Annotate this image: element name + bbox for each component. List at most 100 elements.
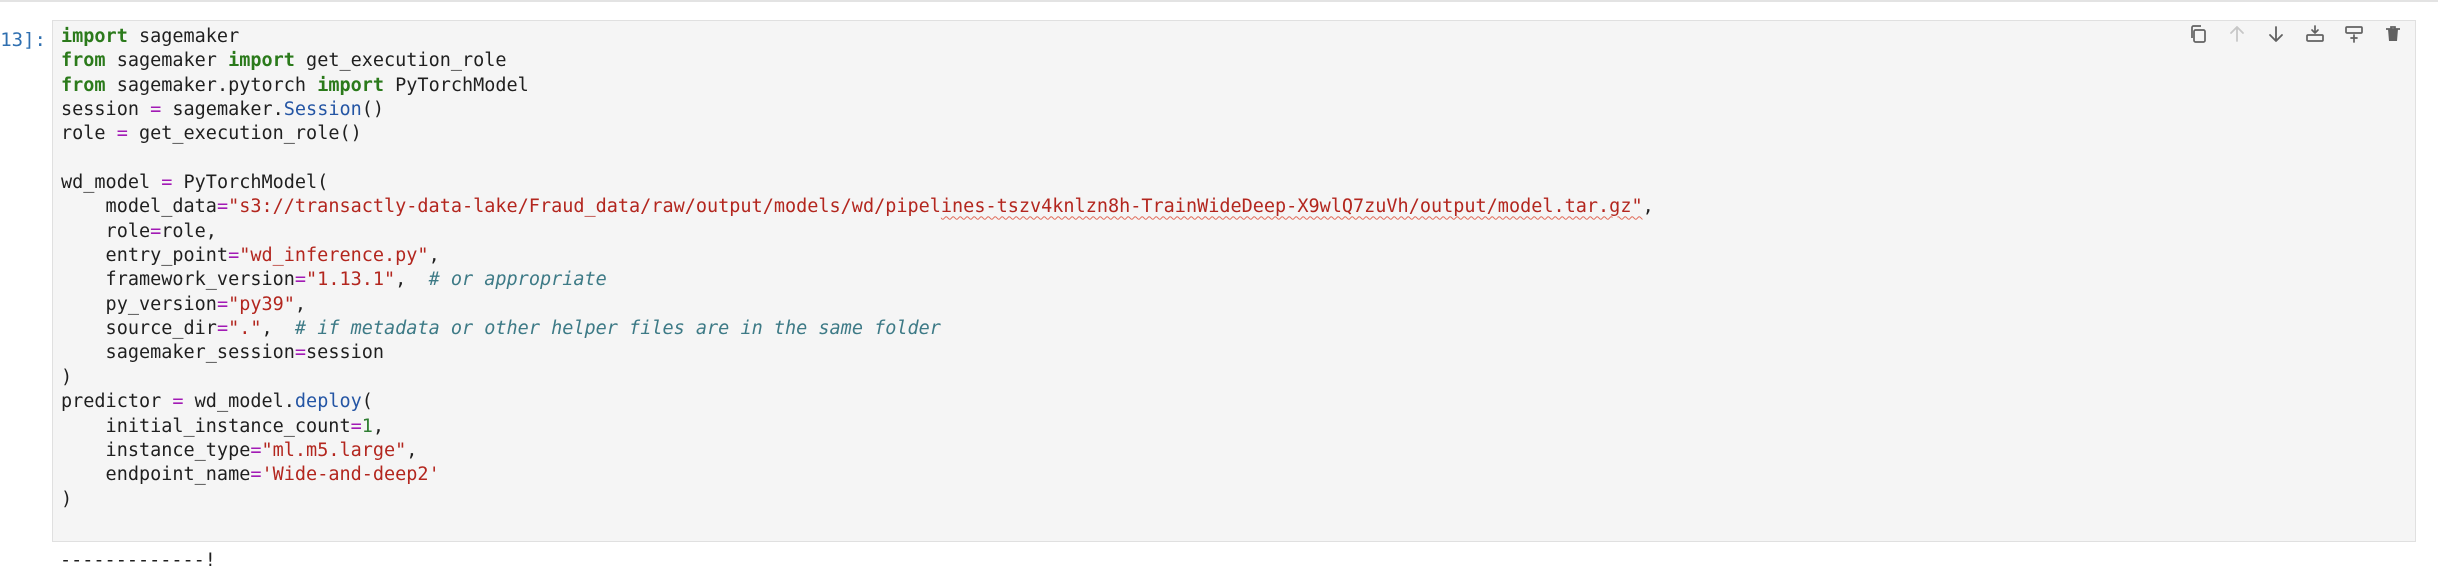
code-line: from sagemaker.pytorch import PyTorchMod…: [61, 74, 1654, 98]
code-token: ,: [428, 245, 440, 267]
code-token: PyTorchModel: [384, 74, 529, 96]
code-token: =: [216, 293, 229, 315]
code-token: get_execution_role: [294, 50, 507, 72]
code-token: role: [61, 123, 117, 145]
code-token: =: [228, 245, 240, 267]
code-token: "py39": [228, 293, 295, 315]
insert-below-icon: [2344, 24, 2364, 48]
code-token: wd_model.: [183, 391, 295, 413]
top-divider: [0, 0, 2438, 2]
code-line: endpoint_name='Wide-and-deep2': [61, 463, 1654, 487]
code-token: role,: [161, 220, 217, 242]
code-token: deploy: [294, 391, 362, 413]
trash-icon: [2383, 24, 2403, 48]
code-token: =: [116, 123, 128, 145]
code-token: role: [61, 220, 151, 242]
code-line: instance_type="ml.m5.large",: [61, 439, 1654, 463]
code-token: wd_model: [61, 172, 162, 194]
code-line: model_data="s3://transactly-data-lake/Fr…: [61, 195, 1654, 219]
code-token: 'Wide-and-deep2': [261, 464, 440, 486]
code-line: import sagemaker: [61, 25, 1654, 49]
code-line: sagemaker_session=session: [61, 341, 1654, 365]
code-token: ,: [294, 293, 307, 315]
code-token: ,: [372, 415, 385, 437]
code-token: source_dir: [61, 318, 217, 340]
cell-toolbar: [2180, 20, 2410, 52]
code-token: ines-tszv4knlzn8h-TrainWideDeep-X9wlQ7zu…: [940, 196, 1643, 218]
insert-above-icon: [2305, 24, 2325, 48]
code-token: import: [317, 74, 385, 96]
move-up-button[interactable]: [2219, 20, 2254, 52]
code-token: PyTorchModel(: [172, 172, 329, 194]
code-token: ,: [395, 269, 429, 291]
code-token: # if metadata or other helper files are …: [294, 318, 941, 340]
insert-above-button[interactable]: [2297, 20, 2332, 52]
code-token: model_data: [61, 196, 217, 218]
code-token: sagemaker_session: [61, 342, 295, 364]
code-token: =: [172, 391, 184, 413]
code-token: ,: [1642, 196, 1654, 218]
code-line: ): [61, 488, 1654, 512]
move-down-button[interactable]: [2258, 20, 2293, 52]
code-token: session: [61, 99, 151, 121]
code-token: =: [250, 439, 262, 461]
code-token: =: [161, 172, 173, 194]
code-line: ): [61, 366, 1654, 390]
code-line: from sagemaker import get_execution_role: [61, 49, 1654, 73]
code-token: =: [216, 318, 229, 340]
code-token: py_version: [61, 293, 217, 315]
duplicate-cell-button[interactable]: [2180, 20, 2215, 52]
copy-icon: [2188, 24, 2208, 48]
arrow-up-icon: [2227, 24, 2247, 48]
code-token: ): [61, 366, 73, 388]
code-token: ,: [261, 318, 295, 340]
code-line: source_dir=".", # if metadata or other h…: [61, 317, 1654, 341]
code-token: framework_version: [61, 269, 295, 291]
code-token: "1.13.1": [306, 269, 396, 291]
code-editor[interactable]: import sagemaker from sagemaker import ge…: [61, 25, 1654, 512]
code-token: =: [294, 342, 307, 364]
code-token: endpoint_name: [61, 464, 251, 486]
code-token: # or appropriate: [428, 269, 607, 291]
code-token: "ml.m5.large": [261, 439, 407, 461]
code-line: initial_instance_count=1,: [61, 415, 1654, 439]
code-token: ".": [228, 318, 262, 340]
code-token: sagemaker: [105, 50, 229, 72]
code-line: predictor = wd_model.deploy(: [61, 390, 1654, 414]
code-line: session = sagemaker.Session(): [61, 98, 1654, 122]
code-token: sagemaker: [127, 26, 240, 47]
code-token: sagemaker.: [161, 99, 284, 121]
code-token: import: [228, 50, 295, 72]
insert-below-button[interactable]: [2336, 20, 2371, 52]
code-token: Session: [283, 99, 362, 121]
code-line: framework_version="1.13.1", # or appropr…: [61, 268, 1654, 292]
code-token: (): [361, 99, 385, 121]
code-line: role=role,: [61, 220, 1654, 244]
code-token: =: [150, 99, 162, 121]
code-cell[interactable]: import sagemaker from sagemaker import ge…: [52, 20, 2416, 542]
code-token: "s3://transactly-data-lake/Fraud_data/ra…: [228, 196, 941, 218]
cell-output: -------------!: [60, 550, 216, 571]
code-token: from: [61, 74, 106, 96]
code-token: =: [216, 196, 229, 218]
code-line: entry_point="wd_inference.py",: [61, 244, 1654, 268]
execution-count: 13]:: [0, 29, 46, 51]
delete-cell-button[interactable]: [2375, 20, 2410, 52]
code-token: from: [61, 50, 106, 72]
code-token: get_execution_role(): [127, 123, 362, 145]
code-token: =: [294, 269, 307, 291]
code-token: predictor: [61, 391, 173, 413]
code-token: (: [361, 391, 373, 413]
code-token: sagemaker.pytorch: [105, 74, 318, 96]
code-token: instance_type: [61, 439, 251, 461]
code-token: 1: [361, 415, 373, 437]
code-token: import: [61, 26, 128, 47]
code-line: role = get_execution_role(): [61, 122, 1654, 146]
code-line: py_version="py39",: [61, 293, 1654, 317]
code-token: =: [150, 220, 162, 242]
code-token: =: [350, 415, 362, 437]
code-token: initial_instance_count: [61, 415, 351, 437]
code-token: =: [250, 464, 262, 486]
code-token: entry_point: [61, 245, 229, 267]
